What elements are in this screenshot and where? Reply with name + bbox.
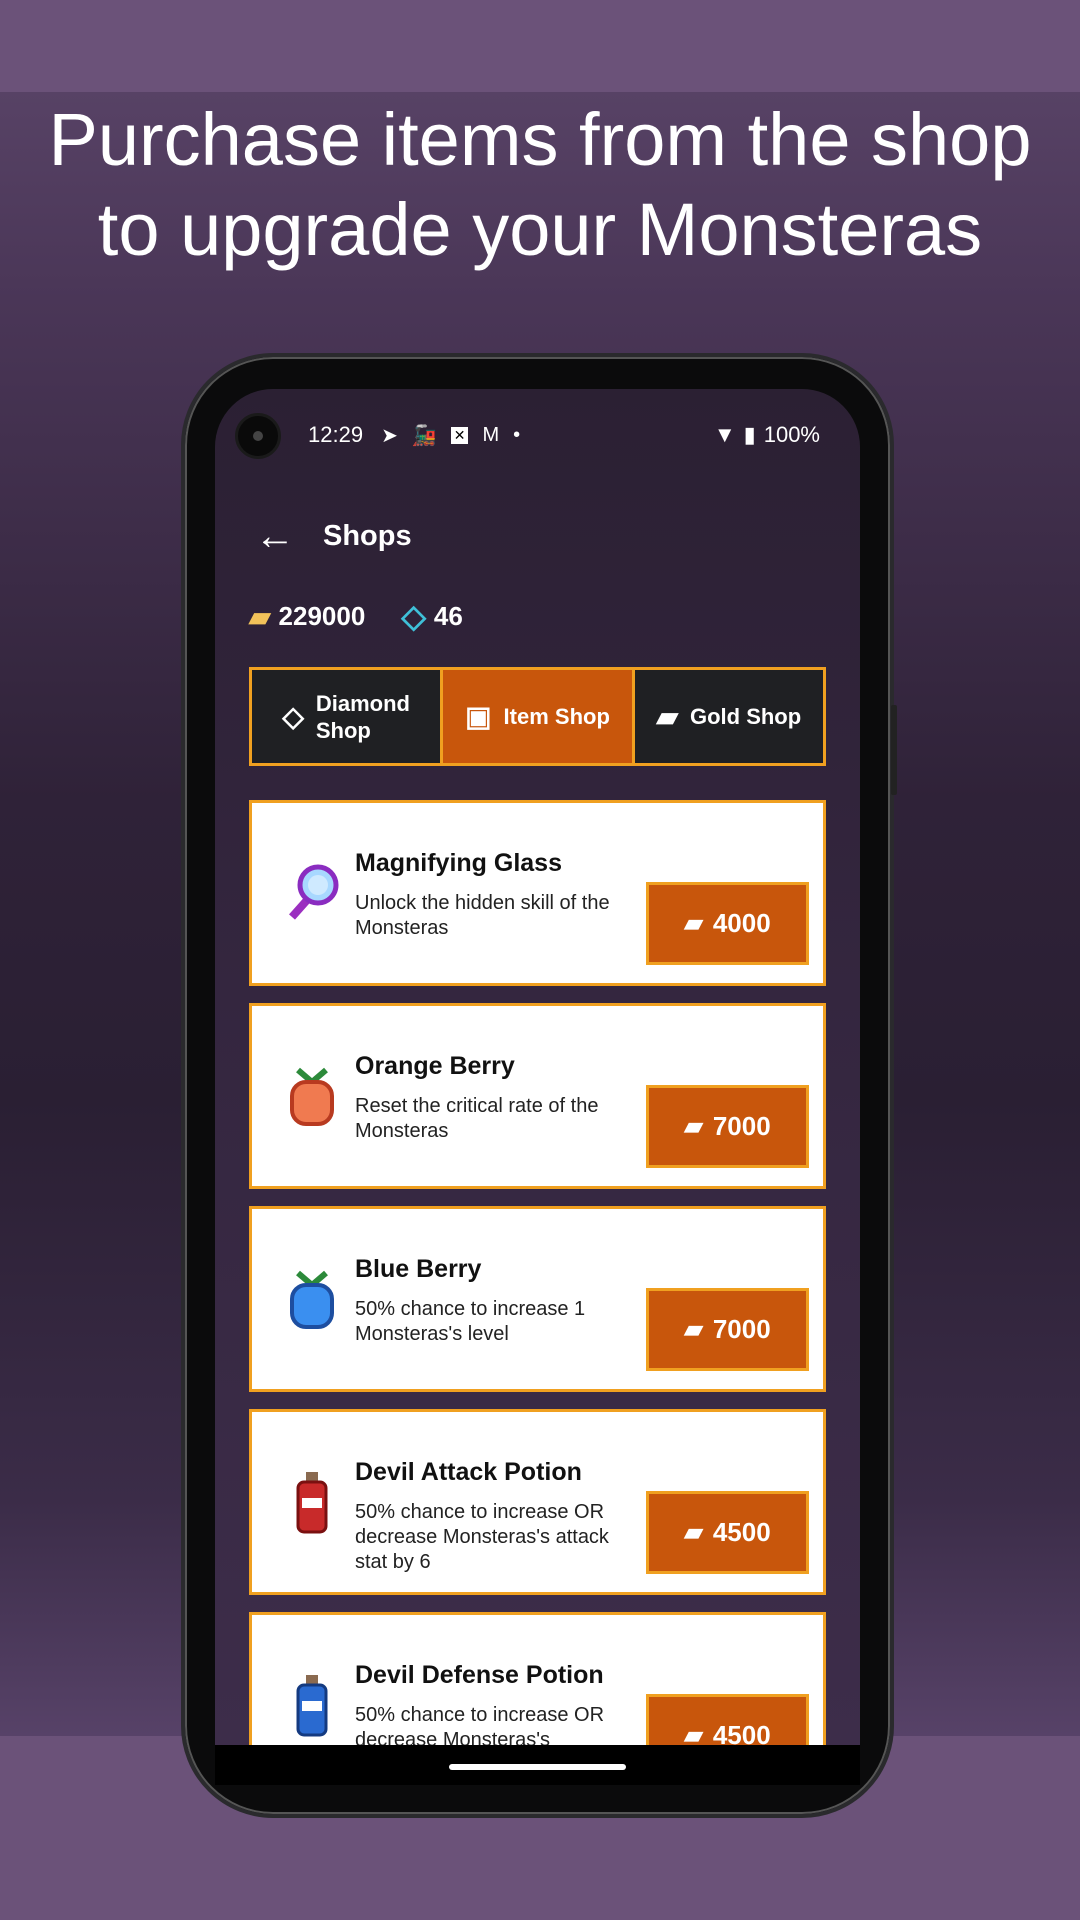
tab-diamond-shop[interactable]: ◇ Diamond Shop: [252, 670, 441, 763]
buy-button[interactable]: ▰ 4500: [646, 1491, 809, 1574]
item-name: Devil Defense Potion: [355, 1661, 604, 1689]
item-name: Devil Attack Potion: [355, 1458, 582, 1486]
status-time: 12:29: [308, 422, 364, 447]
red-potion-icon: [284, 1470, 340, 1534]
page-title: Shops: [323, 520, 412, 552]
back-arrow-icon[interactable]: ←: [255, 514, 307, 559]
item-name: Magnifying Glass: [355, 849, 562, 877]
gold-bars-icon: ▰: [656, 701, 678, 732]
gold-bars-icon: ▰: [249, 600, 271, 632]
item-description: Reset the critical rate of the Monsteras: [355, 1095, 599, 1142]
tab-label: Diamond: [315, 690, 410, 716]
status-bar: 12:29 ➤ 🚂 ✕ M • ▼ ▮ 100%: [308, 419, 820, 451]
blue-berry-icon: [284, 1267, 340, 1331]
diamond-amount: 46: [433, 600, 463, 631]
item-price: 7000: [712, 1111, 771, 1141]
blue-potion-icon: [284, 1673, 340, 1737]
headline: Purchase items from the shop to upgrade …: [0, 95, 1080, 275]
dot-icon: •: [513, 423, 521, 446]
item-name: Orange Berry: [355, 1052, 515, 1080]
buy-button[interactable]: ▰ 7000: [646, 1288, 809, 1371]
buy-button[interactable]: ▰ 4000: [646, 882, 809, 965]
phone-screen: 12:29 ➤ 🚂 ✕ M • ▼ ▮ 100% ← Shops ▰ 22900…: [215, 389, 860, 1745]
currency-bar: ▰ 229000 ◇ 46: [249, 597, 463, 635]
headline-line-2: to upgrade your Monsteras: [97, 188, 983, 271]
shop-item-card: Devil Attack Potion 50% chance to increa…: [249, 1409, 826, 1595]
item-price: 4500: [712, 1720, 771, 1745]
gold-bars-icon: ▰: [684, 1519, 703, 1546]
item-description: 50% chance to increase OR decrease Monst…: [355, 1501, 609, 1573]
orange-berry-icon: [284, 1064, 340, 1128]
shop-item-card: Devil Defense Potion 50% chance to incre…: [249, 1612, 826, 1745]
gold-bars-icon: ▰: [684, 1113, 703, 1140]
tab-label: Shop: [315, 717, 371, 743]
buy-button[interactable]: ▰ 4500: [646, 1694, 809, 1745]
shop-item-card: Blue Berry 50% chance to increase 1 Mons…: [249, 1206, 826, 1392]
phone-side-button: [891, 705, 897, 795]
backpack-icon: ▣: [465, 701, 492, 732]
tab-label: Gold Shop: [689, 704, 802, 729]
shop-item-card: Magnifying Glass Unlock the hidden skill…: [249, 800, 826, 986]
battery-icon: ▮: [743, 422, 756, 447]
app-bar: ← Shops: [255, 514, 412, 559]
gold-bars-icon: ▰: [684, 1316, 703, 1343]
train-icon: 🚂: [411, 424, 437, 447]
wifi-icon: ▼: [713, 422, 736, 447]
home-indicator[interactable]: [449, 1764, 626, 1770]
battery-level: 100%: [763, 422, 820, 447]
tab-item-shop[interactable]: ▣ Item Shop: [443, 670, 632, 763]
shop-item-card: Orange Berry Reset the critical rate of …: [249, 1003, 826, 1189]
diamond-icon: ◇: [282, 701, 304, 732]
item-price: 7000: [712, 1314, 771, 1344]
item-description: Unlock the hidden skill of the Monsteras: [355, 892, 610, 939]
magnifying-glass-icon: [284, 861, 340, 925]
tab-gold-shop[interactable]: ▰ Gold Shop: [634, 670, 823, 763]
app-icon: ✕: [450, 426, 469, 444]
headline-line-1: Purchase items from the shop: [48, 98, 1032, 181]
item-description: 50% chance to increase 1 Monsteras's lev…: [355, 1298, 586, 1345]
gold-amount: 229000: [278, 600, 366, 631]
diamond-icon: ◇: [401, 598, 426, 634]
camera-icon: [235, 413, 281, 459]
gold-bars-icon: ▰: [684, 910, 703, 937]
tab-label: Item Shop: [503, 704, 610, 729]
gold-bars-icon: ▰: [684, 1722, 703, 1745]
gmail-icon: M: [482, 423, 500, 446]
shop-tabs: ◇ Diamond Shop ▣ Item Shop ▰ Gold Shop: [249, 667, 826, 766]
item-price: 4000: [712, 908, 771, 938]
item-name: Blue Berry: [355, 1255, 482, 1283]
item-price: 4500: [712, 1517, 771, 1547]
buy-button[interactable]: ▰ 7000: [646, 1085, 809, 1168]
telegram-icon: ➤: [381, 424, 398, 447]
item-description: 50% chance to increase OR decrease Monst…: [355, 1704, 605, 1745]
